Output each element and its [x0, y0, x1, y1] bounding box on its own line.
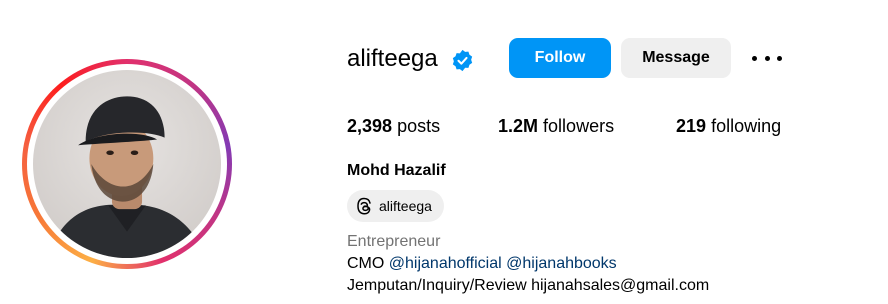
threads-icon	[357, 197, 371, 215]
full-name: Mohd Hazalif	[347, 162, 446, 179]
dot	[777, 55, 782, 61]
dot	[764, 55, 770, 61]
follow-button[interactable]: Follow	[509, 38, 611, 78]
posts-label: posts	[397, 116, 441, 136]
dot	[752, 55, 757, 61]
bio-line-2: Jemputan/Inquiry/Review hijanahsales@gma…	[347, 277, 710, 294]
following-stat[interactable]: 219 following	[676, 115, 781, 137]
posts-stat: 2,398 posts	[347, 115, 440, 137]
verified-badge-icon	[452, 49, 473, 72]
mention-link[interactable]: @hijanahofficial	[389, 255, 502, 272]
more-options-icon[interactable]	[752, 48, 782, 68]
followers-count: 1.2M	[498, 116, 539, 136]
bio-line-1: CMO @hijanahofficial @hijanahbooks	[347, 255, 617, 273]
category-label: Entrepreneur	[347, 233, 441, 250]
message-button[interactable]: Message	[621, 38, 731, 78]
mention-link[interactable]: @hijanahbooks	[506, 255, 617, 272]
following-label: following	[711, 116, 782, 136]
avatar-border	[27, 64, 227, 264]
username: alifteega	[347, 45, 438, 72]
threads-link[interactable]: alifteega	[347, 190, 444, 222]
bio-title: CMO	[347, 255, 385, 272]
threads-handle: alifteega	[379, 198, 432, 214]
posts-count: 2,398	[347, 116, 393, 136]
story-ring[interactable]	[22, 59, 232, 269]
avatar[interactable]	[33, 70, 221, 258]
followers-stat[interactable]: 1.2M followers	[498, 115, 614, 137]
following-count: 219	[676, 116, 707, 136]
followers-label: followers	[543, 116, 615, 136]
